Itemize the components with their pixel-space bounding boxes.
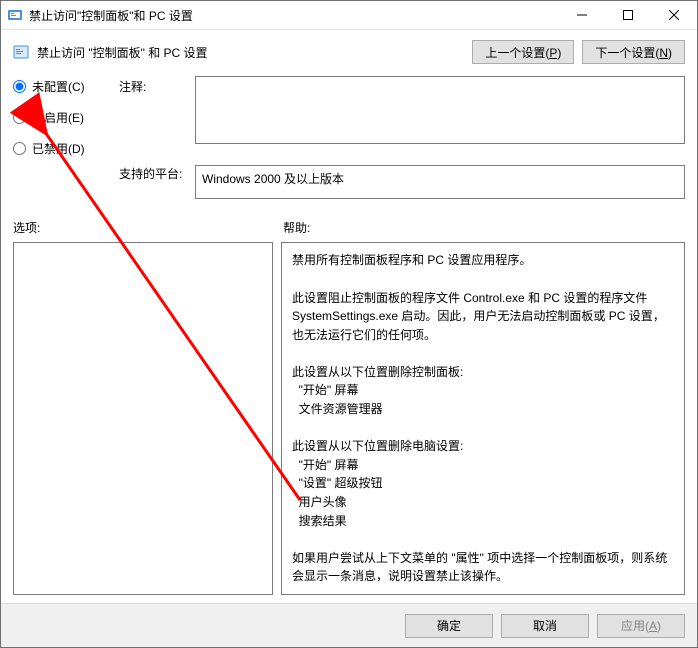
policy-icon <box>13 44 29 60</box>
comment-label: 注释: <box>119 76 189 95</box>
supported-label: 支持的平台: <box>119 165 189 182</box>
apply-button[interactable]: 应用(A) <box>597 614 685 638</box>
window-title: 禁止访问"控制面板"和 PC 设置 <box>29 7 559 24</box>
close-button[interactable] <box>651 1 697 29</box>
radio-enabled-input[interactable] <box>13 111 26 124</box>
help-pane[interactable]: 禁用所有控制面板程序和 PC 设置应用程序。 此设置阻止控制面板的程序文件 Co… <box>281 242 685 595</box>
next-setting-button[interactable]: 下一个设置(N) <box>582 40 685 64</box>
app-icon <box>7 7 23 23</box>
radio-enabled[interactable]: 已启用(E) <box>13 109 113 126</box>
options-label: 选项: <box>13 219 273 236</box>
radio-not-configured[interactable]: 未配置(C) <box>13 78 113 95</box>
options-pane <box>13 242 273 595</box>
cancel-button[interactable]: 取消 <box>501 614 589 638</box>
mid-labels: 选项: 帮助: <box>13 219 685 236</box>
dialog-window: 禁止访问"控制面板"和 PC 设置 禁止访问 "控制 <box>0 0 698 648</box>
config-grid: 未配置(C) 已启用(E) 已禁用(D) 注释: 支持的平台: Windows … <box>13 76 685 199</box>
ok-button[interactable]: 确定 <box>405 614 493 638</box>
policy-title: 禁止访问 "控制面板" 和 PC 设置 <box>37 44 472 61</box>
client-area: 禁止访问 "控制面板" 和 PC 设置 上一个设置(P) 下一个设置(N) 未配… <box>1 30 697 647</box>
panes: 禁用所有控制面板程序和 PC 设置应用程序。 此设置阻止控制面板的程序文件 Co… <box>13 242 685 595</box>
nav-buttons: 上一个设置(P) 下一个设置(N) <box>472 40 685 64</box>
radio-disabled[interactable]: 已禁用(D) <box>13 140 113 157</box>
help-label: 帮助: <box>273 219 685 236</box>
footer: 确定 取消 应用(A) <box>1 603 697 647</box>
previous-setting-button[interactable]: 上一个设置(P) <box>472 40 574 64</box>
maximize-button[interactable] <box>605 1 651 29</box>
minimize-button[interactable] <box>559 1 605 29</box>
supported-platform-box: Windows 2000 及以上版本 <box>195 165 685 199</box>
comment-textarea[interactable] <box>195 76 685 144</box>
radio-disabled-input[interactable] <box>13 142 26 155</box>
radio-not-configured-input[interactable] <box>13 80 26 93</box>
window-controls <box>559 1 697 29</box>
radio-group: 未配置(C) 已启用(E) 已禁用(D) <box>13 76 113 157</box>
header-row: 禁止访问 "控制面板" 和 PC 设置 上一个设置(P) 下一个设置(N) <box>13 40 685 64</box>
titlebar: 禁止访问"控制面板"和 PC 设置 <box>1 1 697 30</box>
